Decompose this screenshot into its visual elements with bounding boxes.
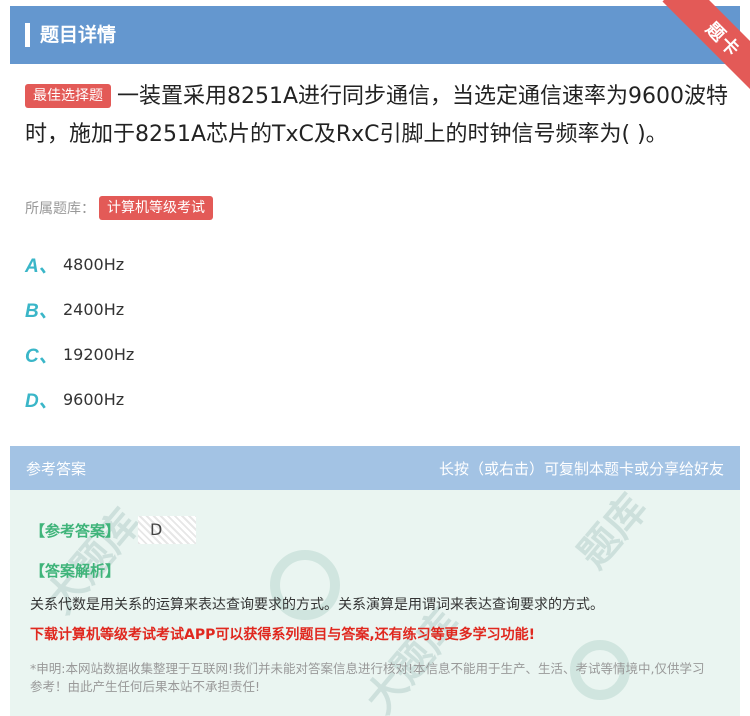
option-text: 4800Hz — [63, 254, 125, 274]
source-label: 所属题库： — [25, 201, 95, 217]
answer-section-header: 参考答案 长按（或右击）可复制本题卡或分享给好友 — [10, 446, 740, 490]
analysis-label: 【答案解析】 — [30, 562, 121, 580]
option-d[interactable]: D、 9600Hz — [25, 385, 124, 413]
analysis-text: 关系代数是用关系的运算来表达查询要求的方式。关系演算是用谓词来表达查询要求的方式… — [30, 597, 604, 613]
share-hint: 长按（或右击）可复制本题卡或分享给好友 — [438, 460, 724, 478]
page-header: 题目详情 — [10, 6, 740, 64]
answer-section-body: 大题库 大题库 题库 【参考答案】 D 【答案解析】 关系代数是用关系的运算来表… — [10, 490, 740, 716]
ribbon-label: 题卡 — [662, 0, 750, 90]
answer-value: D — [138, 516, 196, 544]
option-letter: D、 — [25, 390, 58, 412]
option-text: 2400Hz — [63, 299, 125, 319]
option-c[interactable]: C、 19200Hz — [25, 340, 134, 368]
page-title: 题目详情 — [40, 24, 117, 46]
option-letter: C、 — [25, 345, 58, 367]
header-accent-bar — [25, 23, 30, 47]
question-source: 所属题库： 计算机等级考试 — [25, 196, 219, 220]
answer-header-title: 参考答案 — [26, 460, 87, 478]
question-text: 一装置采用8251A进行同步通信，当选定通信速率为9600波特时，施加于8251… — [25, 84, 729, 147]
watermark: 题库 — [569, 490, 657, 577]
option-letter: A、 — [25, 255, 58, 277]
option-letter: B、 — [25, 300, 58, 322]
question-type-badge: 最佳选择题 — [25, 84, 111, 108]
corner-ribbon: 题卡 — [640, 0, 750, 90]
option-text: 9600Hz — [63, 389, 125, 409]
answer-label: 【参考答案】 — [30, 522, 121, 540]
question-block: 最佳选择题 一装置采用8251A进行同步通信，当选定通信速率为9600波特时，施加… — [25, 78, 730, 154]
option-b[interactable]: B、 2400Hz — [25, 295, 124, 323]
app-promo-link[interactable]: 下载计算机等级考试考试APP可以获得系列题目与答案,还有练习等更多学习功能! — [30, 624, 535, 644]
option-text: 19200Hz — [63, 344, 135, 364]
option-a[interactable]: A、 4800Hz — [25, 250, 124, 278]
source-tag[interactable]: 计算机等级考试 — [99, 196, 213, 220]
disclaimer-text: *申明:本网站数据收集整理于互联网!我们并未能对答案信息进行核对!本信息不能用于… — [30, 661, 705, 694]
